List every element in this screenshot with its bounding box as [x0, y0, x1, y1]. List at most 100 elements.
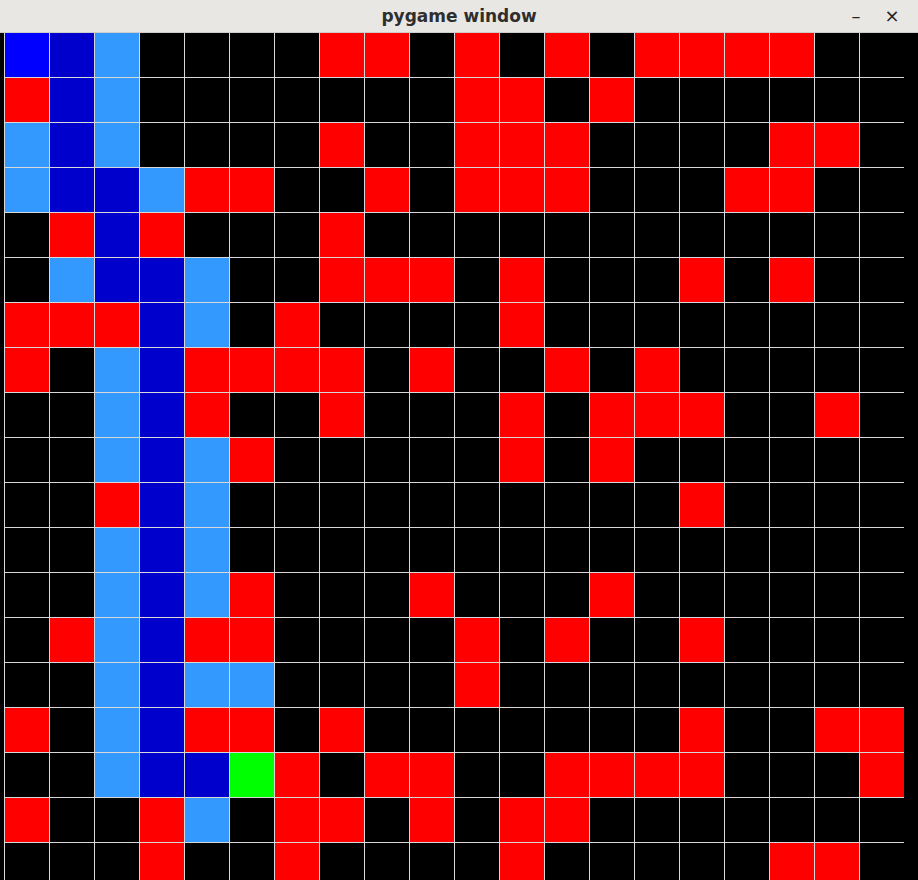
empty-cell[interactable] [545, 393, 589, 437]
empty-cell[interactable] [815, 78, 859, 122]
visited-cell[interactable] [185, 573, 229, 617]
empty-cell[interactable] [275, 618, 319, 662]
path-cell[interactable] [185, 753, 229, 797]
visited-cell[interactable] [95, 123, 139, 167]
empty-cell[interactable] [680, 213, 724, 257]
empty-cell[interactable] [725, 393, 769, 437]
wall-cell[interactable] [365, 753, 409, 797]
wall-cell[interactable] [500, 438, 544, 482]
wall-cell[interactable] [5, 78, 49, 122]
empty-cell[interactable] [410, 708, 454, 752]
empty-cell[interactable] [455, 303, 499, 347]
empty-cell[interactable] [275, 168, 319, 212]
empty-cell[interactable] [635, 483, 679, 527]
empty-cell[interactable] [365, 798, 409, 842]
empty-cell[interactable] [680, 123, 724, 167]
wall-cell[interactable] [725, 168, 769, 212]
empty-cell[interactable] [275, 573, 319, 617]
wall-cell[interactable] [815, 843, 859, 880]
wall-cell[interactable] [230, 438, 274, 482]
visited-cell[interactable] [185, 663, 229, 707]
wall-cell[interactable] [680, 33, 724, 77]
wall-cell[interactable] [275, 348, 319, 392]
start-cell[interactable] [5, 33, 49, 77]
empty-cell[interactable] [185, 33, 229, 77]
empty-cell[interactable] [680, 438, 724, 482]
visited-cell[interactable] [185, 438, 229, 482]
empty-cell[interactable] [500, 213, 544, 257]
empty-cell[interactable] [320, 303, 364, 347]
empty-cell[interactable] [725, 528, 769, 572]
wall-cell[interactable] [320, 798, 364, 842]
empty-cell[interactable] [500, 753, 544, 797]
empty-cell[interactable] [770, 438, 814, 482]
wall-cell[interactable] [410, 753, 454, 797]
empty-cell[interactable] [635, 798, 679, 842]
empty-cell[interactable] [500, 618, 544, 662]
path-cell[interactable] [140, 528, 184, 572]
wall-cell[interactable] [680, 753, 724, 797]
empty-cell[interactable] [770, 213, 814, 257]
empty-cell[interactable] [185, 123, 229, 167]
empty-cell[interactable] [365, 843, 409, 880]
empty-cell[interactable] [230, 78, 274, 122]
empty-cell[interactable] [5, 483, 49, 527]
empty-cell[interactable] [635, 663, 679, 707]
wall-cell[interactable] [365, 33, 409, 77]
path-cell[interactable] [140, 303, 184, 347]
wall-cell[interactable] [635, 348, 679, 392]
visited-cell[interactable] [95, 753, 139, 797]
wall-cell[interactable] [5, 708, 49, 752]
empty-cell[interactable] [815, 528, 859, 572]
empty-cell[interactable] [590, 303, 634, 347]
empty-cell[interactable] [95, 798, 139, 842]
empty-cell[interactable] [860, 393, 904, 437]
empty-cell[interactable] [365, 303, 409, 347]
wall-cell[interactable] [185, 168, 229, 212]
wall-cell[interactable] [725, 33, 769, 77]
empty-cell[interactable] [410, 78, 454, 122]
empty-cell[interactable] [455, 573, 499, 617]
empty-cell[interactable] [545, 438, 589, 482]
empty-cell[interactable] [455, 393, 499, 437]
empty-cell[interactable] [545, 258, 589, 302]
empty-cell[interactable] [275, 393, 319, 437]
path-cell[interactable] [50, 78, 94, 122]
empty-cell[interactable] [725, 438, 769, 482]
wall-cell[interactable] [680, 483, 724, 527]
empty-cell[interactable] [860, 618, 904, 662]
empty-cell[interactable] [815, 618, 859, 662]
empty-cell[interactable] [635, 438, 679, 482]
empty-cell[interactable] [455, 483, 499, 527]
close-button[interactable]: × [878, 7, 906, 25]
wall-cell[interactable] [455, 78, 499, 122]
empty-cell[interactable] [590, 168, 634, 212]
empty-cell[interactable] [500, 348, 544, 392]
empty-cell[interactable] [860, 573, 904, 617]
empty-cell[interactable] [275, 483, 319, 527]
empty-cell[interactable] [500, 483, 544, 527]
wall-cell[interactable] [590, 753, 634, 797]
wall-cell[interactable] [635, 33, 679, 77]
empty-cell[interactable] [815, 33, 859, 77]
empty-cell[interactable] [815, 483, 859, 527]
wall-cell[interactable] [230, 708, 274, 752]
empty-cell[interactable] [635, 123, 679, 167]
empty-cell[interactable] [635, 618, 679, 662]
empty-cell[interactable] [410, 33, 454, 77]
wall-cell[interactable] [320, 708, 364, 752]
empty-cell[interactable] [770, 303, 814, 347]
empty-cell[interactable] [275, 258, 319, 302]
empty-cell[interactable] [680, 843, 724, 880]
empty-cell[interactable] [815, 663, 859, 707]
wall-cell[interactable] [275, 753, 319, 797]
path-cell[interactable] [140, 663, 184, 707]
path-cell[interactable] [140, 708, 184, 752]
empty-cell[interactable] [500, 708, 544, 752]
empty-cell[interactable] [725, 258, 769, 302]
empty-cell[interactable] [365, 393, 409, 437]
wall-cell[interactable] [815, 708, 859, 752]
wall-cell[interactable] [590, 393, 634, 437]
empty-cell[interactable] [860, 33, 904, 77]
wall-cell[interactable] [545, 753, 589, 797]
